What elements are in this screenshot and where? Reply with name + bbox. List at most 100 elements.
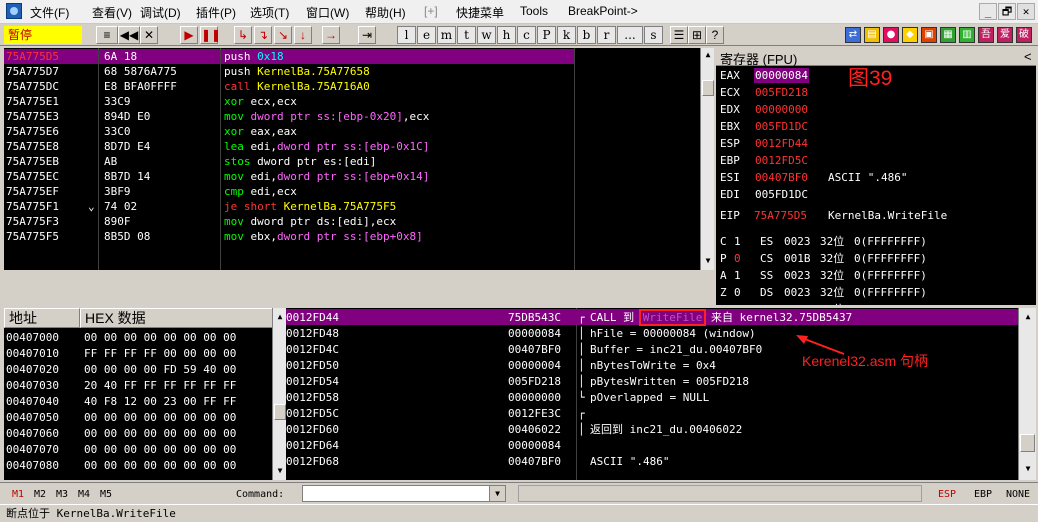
dump-row[interactable]: 00407060 00 00 00 00 00 00 00 00	[4, 426, 284, 441]
scroll-up-icon[interactable]: ▲	[1023, 312, 1033, 322]
register-row[interactable]: EBX 005FD1DC	[720, 119, 1032, 134]
toolbar-letter-t[interactable]: t	[457, 26, 476, 44]
plugin-button-1[interactable]: ⇄	[845, 27, 861, 43]
toolbar-letter-b[interactable]: b	[577, 26, 596, 44]
stack-value[interactable]: 00000084	[508, 326, 561, 341]
register-value[interactable]: 005FD218	[754, 85, 809, 100]
disasm-address[interactable]: 75A775F5	[6, 229, 59, 244]
dump-row[interactable]: 00407000 00 00 00 00 00 00 00 00	[4, 330, 284, 345]
toolbar-button-8[interactable]: ↘	[274, 26, 292, 44]
toolbar-letter-c[interactable]: c	[517, 26, 536, 44]
menu-item-7[interactable]: 帮助(H)	[365, 4, 406, 21]
stack-address[interactable]: 0012FD68	[286, 454, 339, 469]
register-value[interactable]: 0012FD44	[754, 136, 809, 151]
disasm-row[interactable]: 75A775E6 33C0 xor eax,eax	[4, 124, 700, 139]
dump-hex[interactable]: 00 00 00 00 00 00 00 00	[84, 426, 236, 441]
stack-address[interactable]: 0012FD48	[286, 326, 339, 341]
toolbar-letter-P[interactable]: P	[537, 26, 556, 44]
dump-row[interactable]: 00407020 00 00 00 00 FD 59 40 00	[4, 362, 284, 377]
stack-address[interactable]: 0012FD64	[286, 438, 339, 453]
memory-tab-m5[interactable]: M5	[100, 487, 112, 502]
menu-item-5[interactable]: 选项(T)	[250, 4, 289, 21]
stack-value[interactable]: 00000004	[508, 358, 561, 373]
dump-scrollbar[interactable]: ▲ ▼	[272, 308, 286, 480]
toolbar-button-11[interactable]: ⇥	[358, 26, 376, 44]
dump-address[interactable]: 00407000	[6, 330, 59, 345]
dump-address[interactable]: 00407030	[6, 378, 59, 393]
stack-value[interactable]: 0012FE3C	[508, 406, 561, 421]
disasm-row[interactable]: 75A775DC E8 BFA0FFFF call KernelBa.75A716A…	[4, 79, 700, 94]
flag-row[interactable]: S 1 FS 003B 32位 7FFDF000(4000)	[720, 302, 1032, 305]
disasm-row[interactable]: 75A775EB AB stos dword ptr es:[edi]	[4, 154, 700, 169]
toolbar-letter-r[interactable]: r	[597, 26, 616, 44]
dump-hex[interactable]: 20 40 FF FF FF FF FF FF	[84, 378, 236, 393]
register-value[interactable]: 005FD1DC	[754, 119, 809, 134]
disasm-address[interactable]: 75A775E6	[6, 124, 59, 139]
toolbar-button-4[interactable]: ▶	[180, 26, 198, 44]
stack-pane[interactable]: 0012FD44 75DB543C ┌ CALL 到 WriteFile 来自 ker…	[286, 308, 1018, 480]
disasm-address[interactable]: 75A775EC	[6, 169, 59, 184]
dump-hex[interactable]: FF FF FF FF 00 00 00 00	[84, 346, 236, 361]
disassembly-scrollbar[interactable]: ▲ ▼	[700, 48, 714, 270]
toolbar-letter-s[interactable]: s	[644, 26, 663, 44]
register-value[interactable]: 0012FD5C	[754, 153, 809, 168]
disasm-row[interactable]: 75A775D5 6A 18 push 0x18	[4, 49, 700, 64]
register-row-eip[interactable]: EIP 75A775D5 KernelBa.WriteFile	[720, 208, 1032, 223]
dump-row[interactable]: 00407040 40 F8 12 00 23 00 FF FF	[4, 394, 284, 409]
plugin-button-10[interactable]: 破	[1016, 27, 1032, 43]
memory-tab-m3[interactable]: M3	[56, 487, 68, 502]
stack-address[interactable]: 0012FD60	[286, 422, 339, 437]
plugin-button-8[interactable]: 吾	[978, 27, 994, 43]
disasm-address[interactable]: 75A775D7	[6, 64, 59, 79]
scroll-down-icon[interactable]: ▼	[275, 466, 285, 476]
disasm-address[interactable]: 75A775EB	[6, 154, 59, 169]
register-row[interactable]: ESI 00407BF0 ASCII ".486"	[720, 170, 1032, 185]
plugin-button-3[interactable]: ●	[883, 27, 899, 43]
disasm-address[interactable]: 75A775DC	[6, 79, 59, 94]
menu-item-4[interactable]: 插件(P)	[196, 4, 236, 21]
toolbar-button-5[interactable]: ❚❚	[200, 26, 221, 44]
plugin-button-2[interactable]: ▤	[864, 27, 880, 43]
dump-hex[interactable]: 00 00 00 00 00 00 00 00	[84, 442, 236, 457]
toolbar-button-1[interactable]: ≡	[96, 26, 118, 44]
dump-address[interactable]: 00407010	[6, 346, 59, 361]
stack-value[interactable]: 75DB543C	[508, 310, 561, 325]
dump-col-hex[interactable]: HEX 数据	[80, 308, 284, 328]
menu-item-10[interactable]: Tools	[520, 4, 548, 18]
chevron-down-icon[interactable]: ▼	[489, 486, 505, 501]
dump-row[interactable]: 00407050 00 00 00 00 00 00 00 00	[4, 410, 284, 425]
scroll-thumb[interactable]	[274, 404, 286, 420]
dump-row[interactable]: 00407010 FF FF FF FF 00 00 00 00	[4, 346, 284, 361]
flag-row[interactable]: Z 0 DS 0023 32位 0(FFFFFFFF)	[720, 285, 1032, 300]
menu-item-9[interactable]: 快捷菜单	[456, 4, 504, 21]
menu-item-1[interactable]: 文件(F)	[30, 4, 69, 21]
flag-value[interactable]: 0	[734, 285, 741, 300]
dump-row[interactable]: 00407070 00 00 00 00 00 00 00 00	[4, 442, 284, 457]
toolbar-letter-l[interactable]: l	[397, 26, 416, 44]
register-value[interactable]: 75A775D5	[754, 208, 807, 223]
minimize-button[interactable]: _	[979, 3, 997, 20]
disasm-row[interactable]: 75A775EF 3BF9 cmp edi,ecx	[4, 184, 700, 199]
disasm-address[interactable]: 75A775E8	[6, 139, 59, 154]
stack-row[interactable]: 0012FD68 00407BF0 ASCII ".486"	[286, 454, 1018, 469]
plugin-button-5[interactable]: ▣	[921, 27, 937, 43]
close-button[interactable]: ✕	[1017, 3, 1035, 20]
stack-value[interactable]: 00000084	[508, 438, 561, 453]
register-value[interactable]: 00000000	[754, 102, 809, 117]
scroll-thumb[interactable]	[702, 80, 714, 96]
stack-address[interactable]: 0012FD44	[286, 310, 339, 325]
menu-item-11[interactable]: BreakPoint->	[568, 4, 638, 18]
toolbar-letter-m[interactable]: m	[437, 26, 456, 44]
dump-hex[interactable]: 40 F8 12 00 23 00 FF FF	[84, 394, 236, 409]
disasm-address[interactable]: 75A775F3	[6, 214, 59, 229]
command-input[interactable]: ▼	[302, 485, 506, 502]
dump-pane[interactable]: 地址 HEX 数据 00407000 00 00 00 00 00 00 00 0…	[4, 308, 284, 480]
dump-address[interactable]: 00407060	[6, 426, 59, 441]
dump-address[interactable]: 00407050	[6, 410, 59, 425]
register-row[interactable]: ESP 0012FD44	[720, 136, 1032, 151]
disasm-row[interactable]: 75A775E3 894D E0 mov dword ptr ss:[ebp-0x2…	[4, 109, 700, 124]
registers-pane[interactable]: 寄存器 (FPU) < 图39 EAX 00000084 ECX 005FD218 ED…	[716, 48, 1036, 305]
stack-row[interactable]: 0012FD48 00000084 │ hFile = 00000084 (windo…	[286, 326, 1018, 341]
dump-hex[interactable]: 00 00 00 00 00 00 00 00	[84, 330, 236, 345]
plugin-button-4[interactable]: ◆	[902, 27, 918, 43]
